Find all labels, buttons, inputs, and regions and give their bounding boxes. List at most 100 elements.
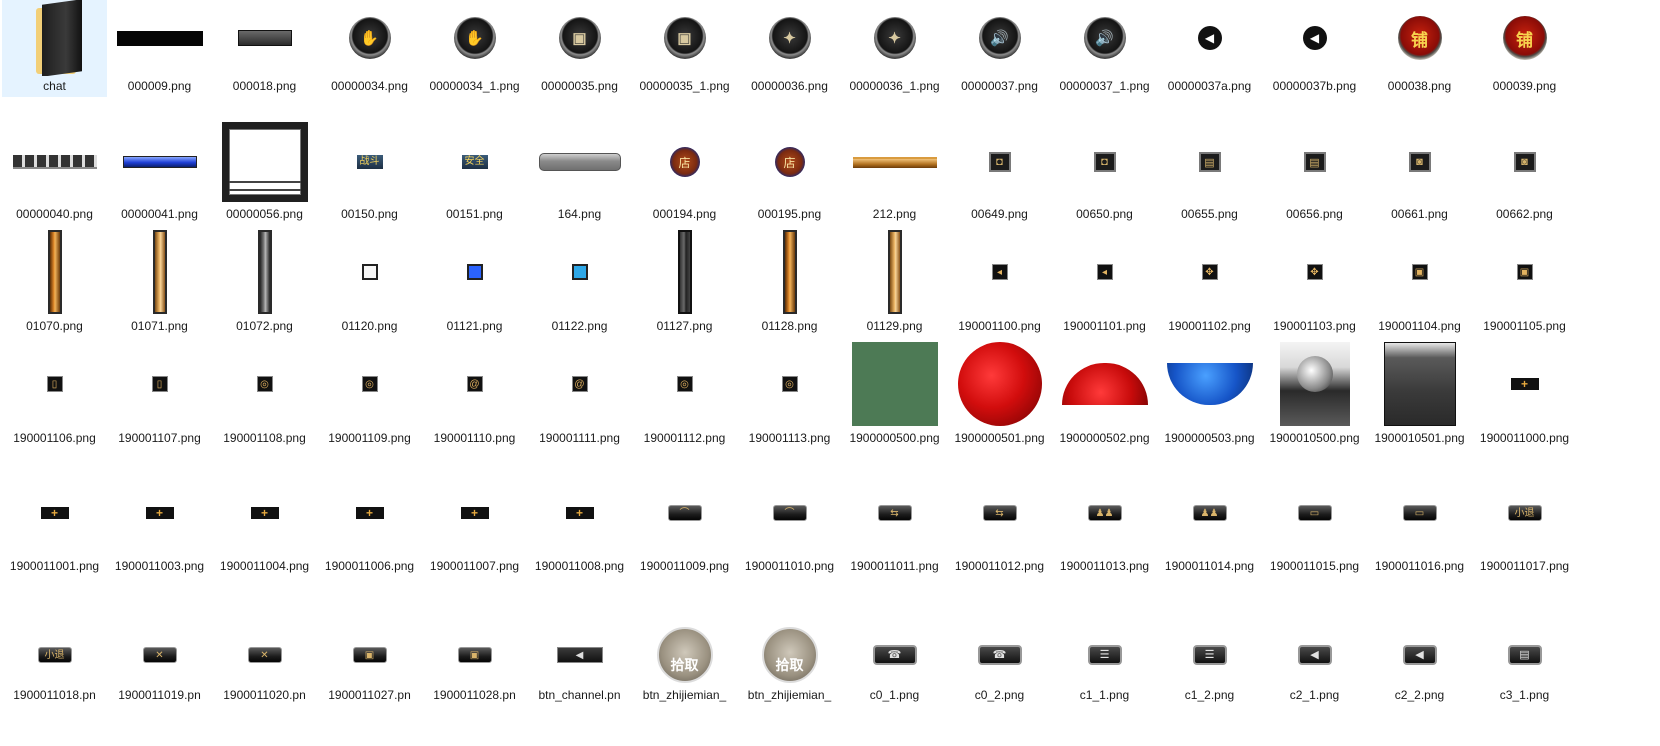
file-item[interactable]: 铺 000039.png — [1472, 0, 1577, 116]
file-name: 1900011008.png — [534, 559, 625, 573]
file-item[interactable]: ✥ 190001103.png — [1262, 228, 1367, 336]
thumbnail: ▤ — [1472, 624, 1577, 685]
file-item[interactable]: 拾取 btn_zhijiemian_ — [737, 624, 842, 746]
file-item[interactable]: ✕ 1900011020.pn — [212, 624, 317, 746]
game-button-icon: ⇆ — [982, 505, 1017, 521]
file-item[interactable]: ✥ 190001102.png — [1157, 228, 1262, 336]
file-item[interactable]: 000009.png — [107, 0, 212, 116]
thumbnail — [212, 228, 317, 316]
file-item[interactable]: ☰ c1_1.png — [1052, 624, 1157, 746]
stone-panel-icon — [1383, 342, 1456, 426]
file-item[interactable]: 01120.png — [317, 228, 422, 336]
file-item[interactable]: 🔊 00000037_1.png — [1052, 0, 1157, 116]
file-item[interactable]: 1900000502.png — [1052, 340, 1157, 466]
file-item[interactable]: ▣ 190001104.png — [1367, 228, 1472, 336]
file-item[interactable]: ◎ 190001113.png — [737, 340, 842, 466]
file-item[interactable]: 1900000500.png — [842, 340, 947, 466]
file-item[interactable]: ◙ 00662.png — [1472, 120, 1577, 224]
file-item[interactable]: ☰ c1_2.png — [1157, 624, 1262, 746]
file-item[interactable]: 00000056.png — [212, 120, 317, 224]
file-item[interactable]: +1900011003.png — [107, 470, 212, 620]
file-item[interactable]: +1900011007.png — [422, 470, 527, 620]
file-item[interactable]: 小退 1900011017.png — [1472, 470, 1577, 620]
file-name: 1900010501.png — [1374, 431, 1465, 445]
file-item[interactable]: 164.png — [527, 120, 632, 224]
file-item[interactable]: ▭ 1900011015.png — [1262, 470, 1367, 620]
file-item[interactable]: ◎ 190001112.png — [632, 340, 737, 466]
file-item[interactable]: ▣ 00000035_1.png — [632, 0, 737, 116]
file-item[interactable]: 安全 00151.png — [422, 120, 527, 224]
file-item[interactable]: ✕ 1900011019.pn — [107, 624, 212, 746]
file-item[interactable]: ✋ 00000034_1.png — [422, 0, 527, 116]
file-item[interactable]: ✋ 00000034.png — [317, 0, 422, 116]
game-button-icon: ▣ — [457, 646, 492, 663]
file-item[interactable]: 01129.png — [842, 228, 947, 336]
file-item[interactable]: 01128.png — [737, 228, 842, 336]
file-item[interactable]: @190001110.png — [422, 340, 527, 466]
file-item[interactable]: ▯ 190001106.png — [2, 340, 107, 466]
thumbnail — [527, 120, 632, 204]
file-item[interactable]: ◂ 190001101.png — [1052, 228, 1157, 336]
file-item[interactable]: ◙ 00661.png — [1367, 120, 1472, 224]
file-item[interactable]: ▯ 190001107.png — [107, 340, 212, 466]
file-item[interactable]: 拾取 btn_zhijiemian_ — [632, 624, 737, 746]
file-item[interactable]: ▣ 1900011027.pn — [317, 624, 422, 746]
file-item[interactable]: ⌒ 1900011010.png — [737, 470, 842, 620]
file-item[interactable]: ▣ 00000035.png — [527, 0, 632, 116]
file-item[interactable]: ◀ c2_2.png — [1367, 624, 1472, 746]
file-item[interactable]: ☎ c0_2.png — [947, 624, 1052, 746]
file-item[interactable]: ✦ 00000036_1.png — [842, 0, 947, 116]
file-item[interactable]: 战斗 00150.png — [317, 120, 422, 224]
file-item[interactable]: ☎ c0_1.png — [842, 624, 947, 746]
file-item[interactable]: 212.png — [842, 120, 947, 224]
file-item[interactable]: ◂ 190001100.png — [947, 228, 1052, 336]
file-item[interactable]: 1900000503.png — [1157, 340, 1262, 466]
file-item[interactable]: 店 000194.png — [632, 120, 737, 224]
file-item[interactable]: 1900010501.png — [1367, 340, 1472, 466]
file-item[interactable]: ◀ c2_1.png — [1262, 624, 1367, 746]
file-item[interactable]: 🔊 00000037.png — [947, 0, 1052, 116]
file-item[interactable]: 1900000501.png — [947, 340, 1052, 466]
file-item[interactable]: ✦ 00000036.png — [737, 0, 842, 116]
file-item[interactable]: +1900011000.png — [1472, 340, 1577, 466]
file-item[interactable]: ◎ 190001109.png — [317, 340, 422, 466]
file-item[interactable]: ◀ btn_channel.pn — [527, 624, 632, 746]
file-item[interactable]: 01127.png — [632, 228, 737, 336]
file-item[interactable]: ▣ 190001105.png — [1472, 228, 1577, 336]
file-item[interactable]: 店 000195.png — [737, 120, 842, 224]
file-item[interactable]: ◀ 00000037b.png — [1262, 0, 1367, 116]
file-item[interactable]: ▣ 1900011028.pn — [422, 624, 527, 746]
file-item[interactable]: 小退 1900011018.pn — [2, 624, 107, 746]
file-item[interactable]: ⇆ 1900011012.png — [947, 470, 1052, 620]
red-sphere-icon — [957, 342, 1042, 426]
file-item[interactable]: @190001111.png — [527, 340, 632, 466]
file-item[interactable]: ▤ 00656.png — [1262, 120, 1367, 224]
file-item[interactable]: 01072.png — [212, 228, 317, 336]
file-item[interactable]: ♟♟ 1900011013.png — [1052, 470, 1157, 620]
file-item[interactable]: 00000041.png — [107, 120, 212, 224]
file-item[interactable]: 000018.png — [212, 0, 317, 116]
file-item[interactable]: ▤ 00655.png — [1157, 120, 1262, 224]
file-item[interactable]: ⌒ 1900011009.png — [632, 470, 737, 620]
file-item[interactable]: +1900011006.png — [317, 470, 422, 620]
file-item[interactable]: 01070.png — [2, 228, 107, 336]
file-item[interactable]: ▤ c3_1.png — [1472, 624, 1577, 746]
file-name: 1900011009.png — [639, 559, 730, 573]
file-item[interactable]: 00000040.png — [2, 120, 107, 224]
file-item[interactable]: +1900011004.png — [212, 470, 317, 620]
file-item[interactable]: ♟♟ 1900011014.png — [1157, 470, 1262, 620]
file-item[interactable]: 01071.png — [107, 228, 212, 336]
file-item[interactable]: ◀ 00000037a.png — [1157, 0, 1262, 116]
file-item[interactable]: +1900011008.png — [527, 470, 632, 620]
file-item[interactable]: 1900010500.png — [1262, 340, 1367, 466]
file-item[interactable]: 01122.png — [527, 228, 632, 336]
file-item[interactable]: 铺 000038.png — [1367, 0, 1472, 116]
file-item[interactable]: +1900011001.png — [2, 470, 107, 620]
folder-item[interactable]: chat — [2, 0, 107, 97]
file-item[interactable]: ◘ 00649.png — [947, 120, 1052, 224]
file-item[interactable]: ◎ 190001108.png — [212, 340, 317, 466]
file-item[interactable]: ◘ 00650.png — [1052, 120, 1157, 224]
file-item[interactable]: ⇆ 1900011011.png — [842, 470, 947, 620]
file-item[interactable]: 01121.png — [422, 228, 527, 336]
file-item[interactable]: ▭ 1900011016.png — [1367, 470, 1472, 620]
